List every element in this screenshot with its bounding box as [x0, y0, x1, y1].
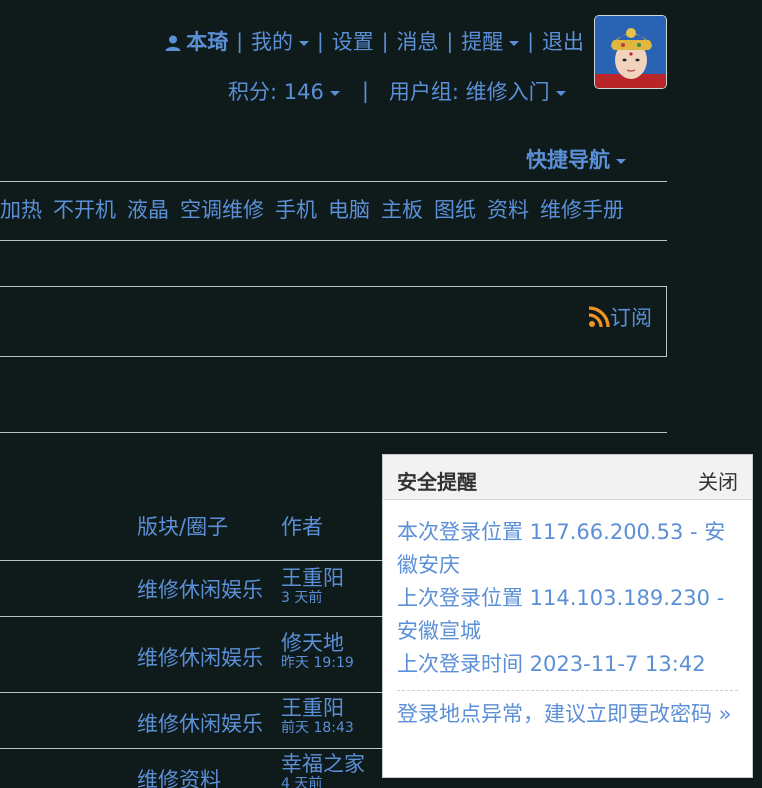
current-login-location: 本次登录位置 117.66.200.53 - 安徽安庆 [397, 520, 726, 577]
change-password-link[interactable]: 登录地点异常，建议立即更改密码 » [397, 699, 738, 730]
divider [0, 240, 667, 241]
author-cell: 王重阳 3 天前 [281, 568, 344, 606]
caret-down-icon [509, 40, 520, 46]
nav-item[interactable]: 资料 [487, 194, 529, 224]
user-bar: 本琦 | 我的 | 设置 | 消息 | 提醒 | 退出 [164, 24, 584, 58]
author-link[interactable]: 王重阳 [281, 568, 344, 589]
credit-bar: 积分: 146 | 用户组: 维修入门 [228, 74, 566, 108]
credits-label: 积分: 146 [228, 80, 324, 104]
separator: | [236, 29, 243, 53]
messages-link[interactable]: 消息 [397, 26, 439, 56]
popup-body: 本次登录位置 117.66.200.53 - 安徽安庆 上次登录位置 114.1… [383, 500, 752, 730]
usergroup-label: 用户组: 维修入门 [388, 80, 550, 104]
my-menu[interactable]: 我的 [251, 26, 309, 56]
forum-link[interactable]: 维修休闲娱乐 [137, 574, 263, 604]
quick-nav-label: 快捷导航 [526, 148, 610, 172]
row-divider [0, 692, 382, 693]
separator: | [381, 29, 389, 53]
last-login-time: 上次登录时间 2023-11-7 13:42 [397, 652, 706, 676]
popup-title: 安全提醒 [397, 470, 477, 494]
nav-item[interactable]: 不开机 [53, 194, 116, 224]
caret-down-icon [555, 90, 566, 96]
post-time: 昨天 19:19 [281, 655, 354, 671]
rss-icon [588, 306, 610, 328]
author-link[interactable]: 修天地 [281, 633, 354, 654]
nav-item[interactable]: 液晶 [127, 194, 169, 224]
post-time: 4 天前 [281, 776, 323, 788]
nav-item[interactable]: 图纸 [434, 194, 476, 224]
author-cell: 幸福之家 4 天前 [281, 754, 365, 788]
nav-menu: 加热 不开机 液晶 空调维修 手机 电脑 主板 图纸 资料 维修手册 [0, 194, 624, 224]
logout-link[interactable]: 退出 [542, 26, 584, 56]
quick-nav-menu[interactable]: 快捷导航 [526, 144, 626, 174]
nav-item[interactable]: 空调维修 [180, 194, 264, 224]
author-link[interactable]: 幸福之家 [281, 754, 365, 775]
nav-item[interactable]: 手机 [275, 194, 317, 224]
subscribe-label: 订阅 [610, 306, 652, 330]
divider [0, 181, 667, 182]
usergroup-menu[interactable]: 用户组: 维修入门 [389, 76, 566, 106]
close-button[interactable]: 关闭 [698, 466, 738, 495]
credits-menu[interactable]: 积分: 146 [228, 76, 340, 106]
avatar-image [595, 16, 666, 88]
avatar[interactable] [594, 15, 667, 89]
forum-info-box: 订阅 [0, 286, 667, 357]
author-cell: 修天地 昨天 19:19 [281, 633, 354, 671]
post-time: 前天 18:43 [281, 720, 354, 736]
settings-link[interactable]: 设置 [332, 26, 374, 56]
column-header-forum[interactable]: 版块/圈子 [137, 511, 228, 541]
caret-down-icon [616, 158, 626, 164]
row-divider [0, 748, 382, 749]
row-divider [0, 560, 382, 561]
nav-item[interactable]: 维修手册 [540, 194, 624, 224]
nav-item[interactable]: 主板 [381, 194, 423, 224]
my-menu-label: 我的 [251, 30, 293, 54]
separator: | [361, 79, 369, 103]
caret-down-icon [299, 40, 309, 46]
caret-down-icon [329, 90, 340, 96]
forum-link[interactable]: 维修休闲娱乐 [137, 708, 263, 738]
column-header-author[interactable]: 作者 [281, 511, 323, 541]
forum-link[interactable]: 维修休闲娱乐 [137, 642, 263, 672]
separator: | [317, 29, 324, 53]
separator: | [527, 29, 534, 53]
separator: | [446, 29, 454, 53]
author-link[interactable]: 王重阳 [281, 698, 354, 719]
post-time: 3 天前 [281, 590, 323, 606]
subscribe-link[interactable]: 订阅 [588, 302, 652, 332]
nav-item[interactable]: 电脑 [328, 194, 370, 224]
reminders-label: 提醒 [461, 30, 504, 54]
username: 本琦 [186, 30, 229, 54]
divider [0, 432, 667, 433]
dashed-divider [397, 690, 738, 691]
user-icon [165, 35, 181, 51]
row-divider [0, 616, 382, 617]
user-link[interactable]: 本琦 [164, 26, 228, 56]
popup-header: 安全提醒 关闭 [383, 455, 752, 500]
security-alert-popup: 安全提醒 关闭 本次登录位置 117.66.200.53 - 安徽安庆 上次登录… [382, 454, 753, 778]
nav-item[interactable]: 加热 [0, 194, 42, 224]
reminders-menu[interactable]: 提醒 [461, 26, 520, 56]
last-login-location: 上次登录位置 114.103.189.230 - 安徽宣城 [397, 586, 725, 643]
forum-link[interactable]: 维修资料 [137, 764, 221, 788]
author-cell: 王重阳 前天 18:43 [281, 698, 354, 736]
